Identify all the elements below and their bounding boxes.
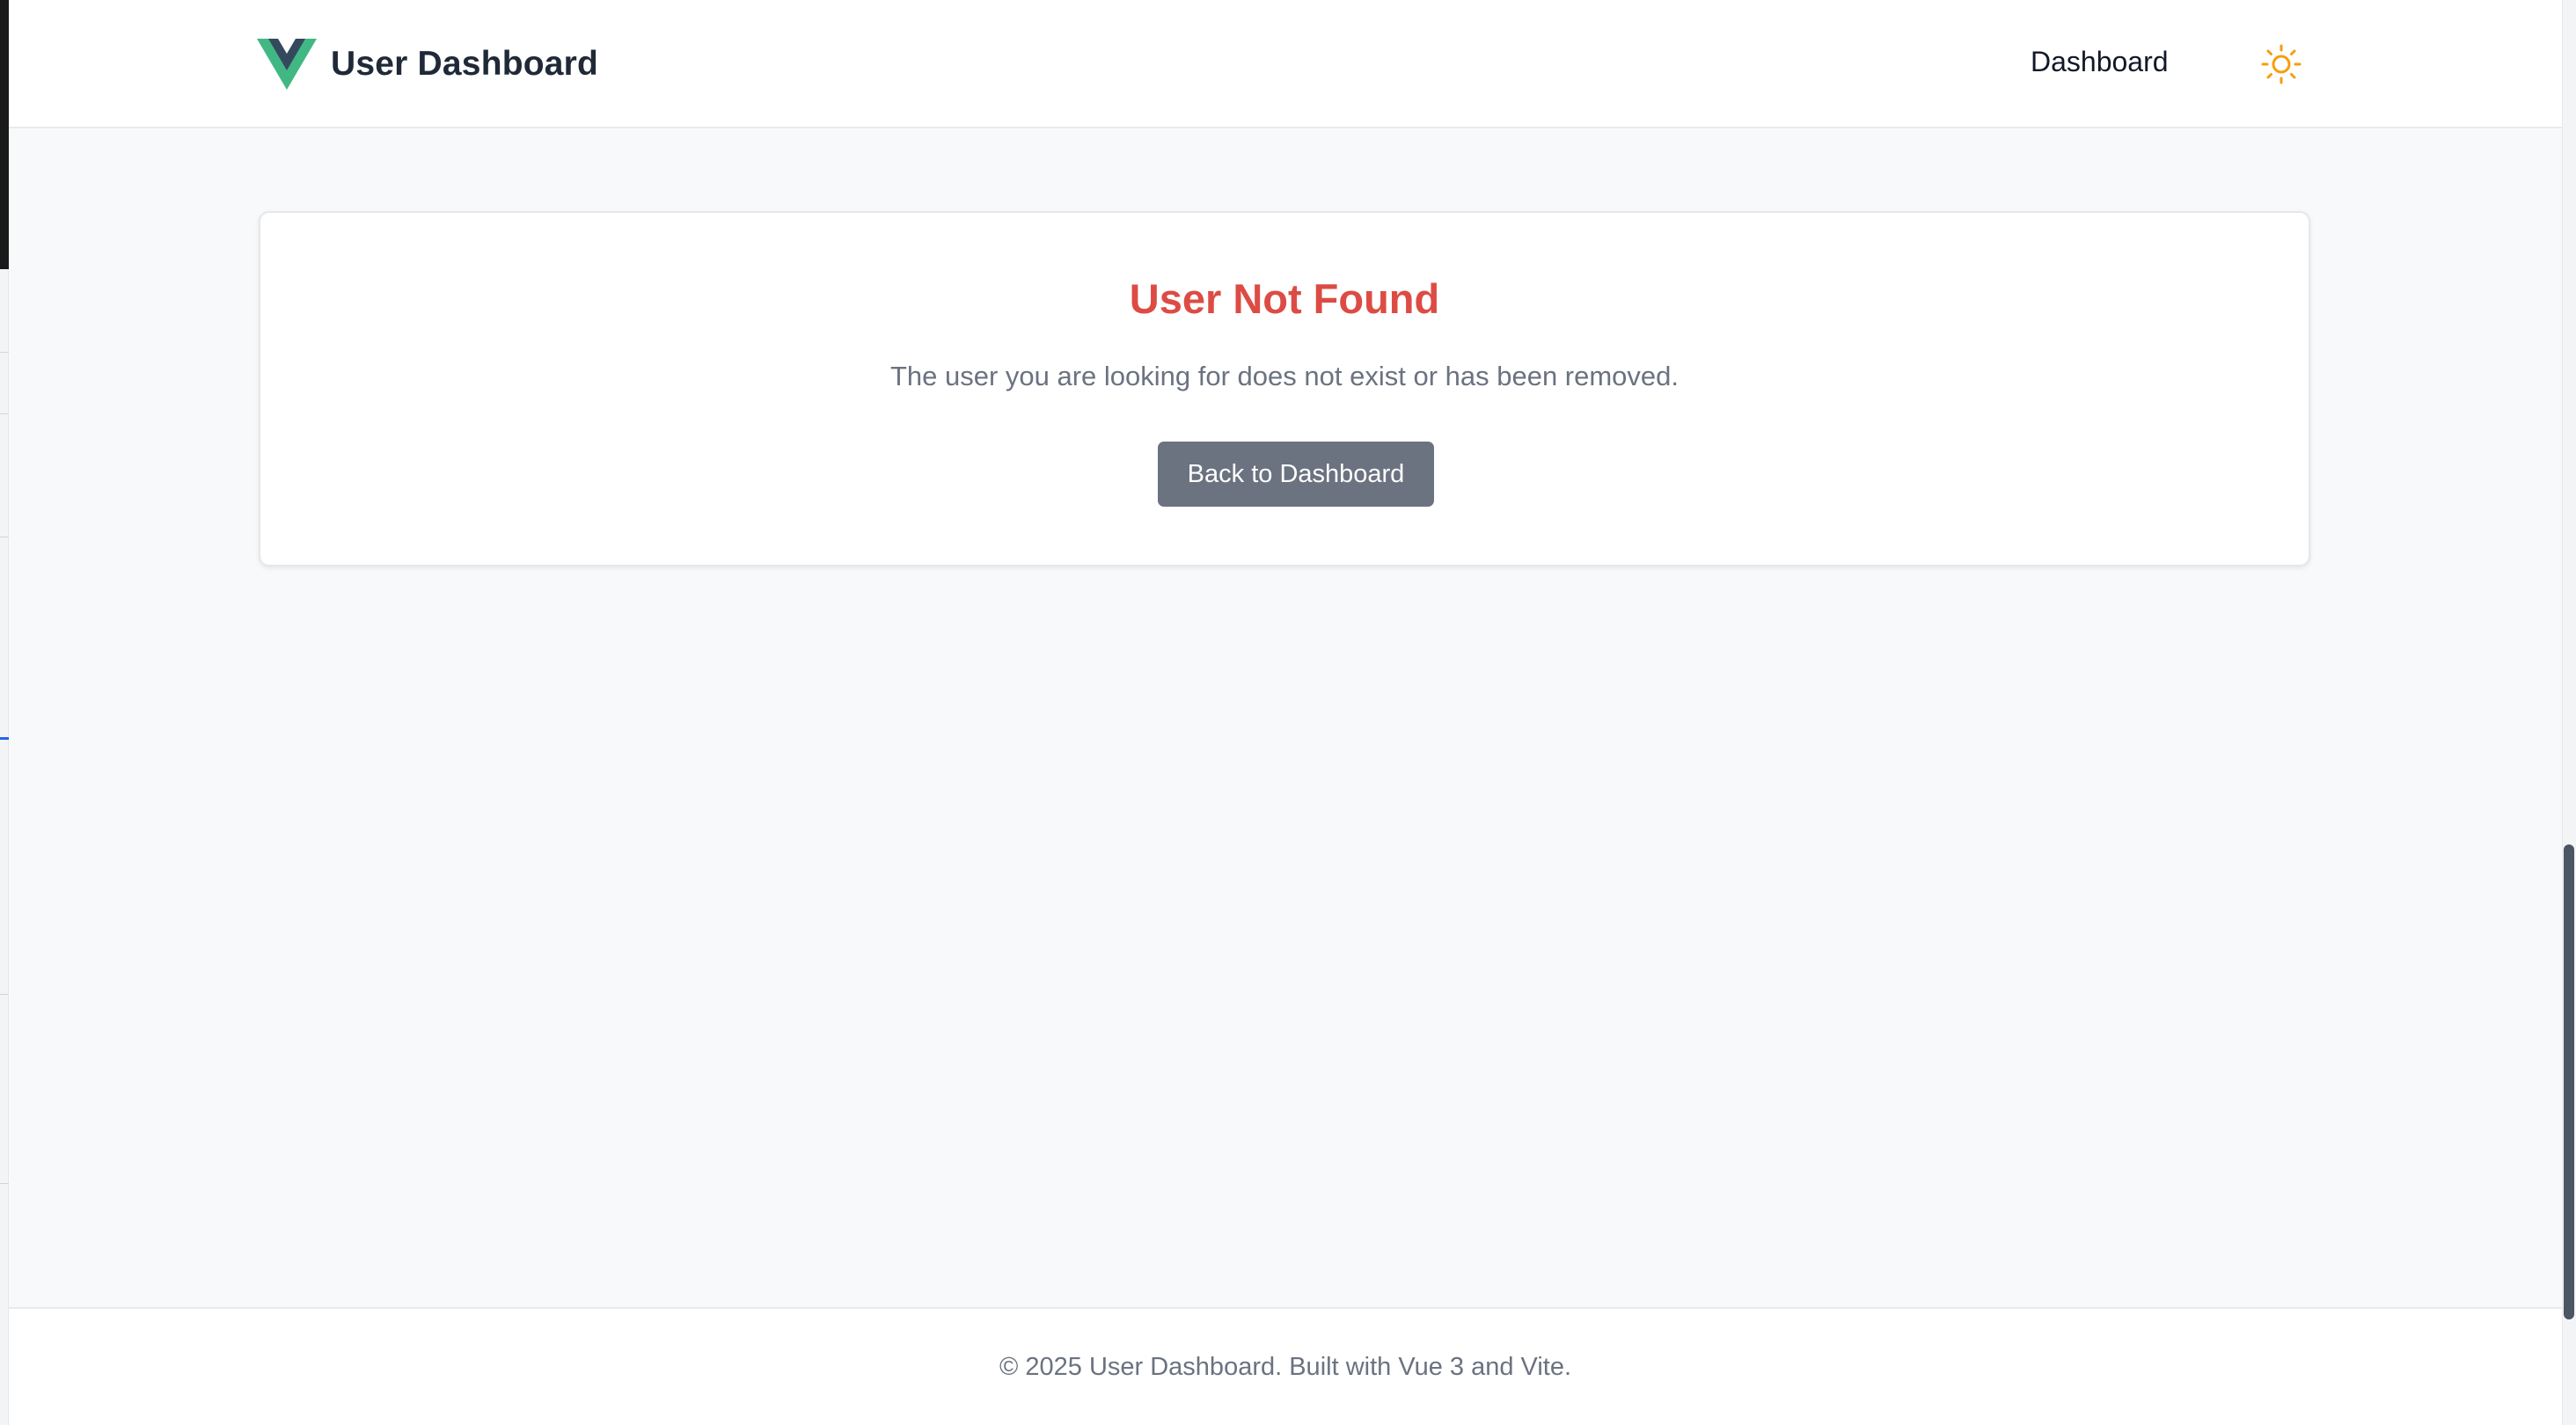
nav-dashboard-link[interactable]: Dashboard (2031, 46, 2169, 78)
app-title: User Dashboard (331, 45, 599, 83)
vue-logo-icon (257, 39, 317, 90)
error-title: User Not Found (1129, 275, 1440, 322)
background-window-edge (0, 0, 9, 1425)
not-found-card: User Not Found The user you are looking … (259, 211, 2310, 566)
sun-icon (2261, 44, 2302, 84)
back-to-dashboard-button[interactable]: Back to Dashboard (1158, 442, 1434, 507)
theme-toggle-button[interactable] (2254, 37, 2309, 91)
brand[interactable]: User Dashboard (257, 39, 598, 90)
screen: User Dashboard Dashboard User Not Found … (0, 0, 2576, 1425)
footer: © 2025 User Dashboard. Built with Vue 3 … (9, 1307, 2562, 1425)
error-message: The user you are looking for does not ex… (889, 361, 1680, 391)
app-window: User Dashboard Dashboard User Not Found … (9, 0, 2562, 1425)
background-window-right-edge (2562, 0, 2576, 1425)
scrollbar-thumb[interactable] (2564, 844, 2574, 1319)
top-header: User Dashboard Dashboard (9, 0, 2562, 128)
main-content: User Not Found The user you are looking … (9, 128, 2562, 1307)
footer-copyright: © 2025 User Dashboard. Built with Vue 3 … (999, 1352, 1572, 1381)
